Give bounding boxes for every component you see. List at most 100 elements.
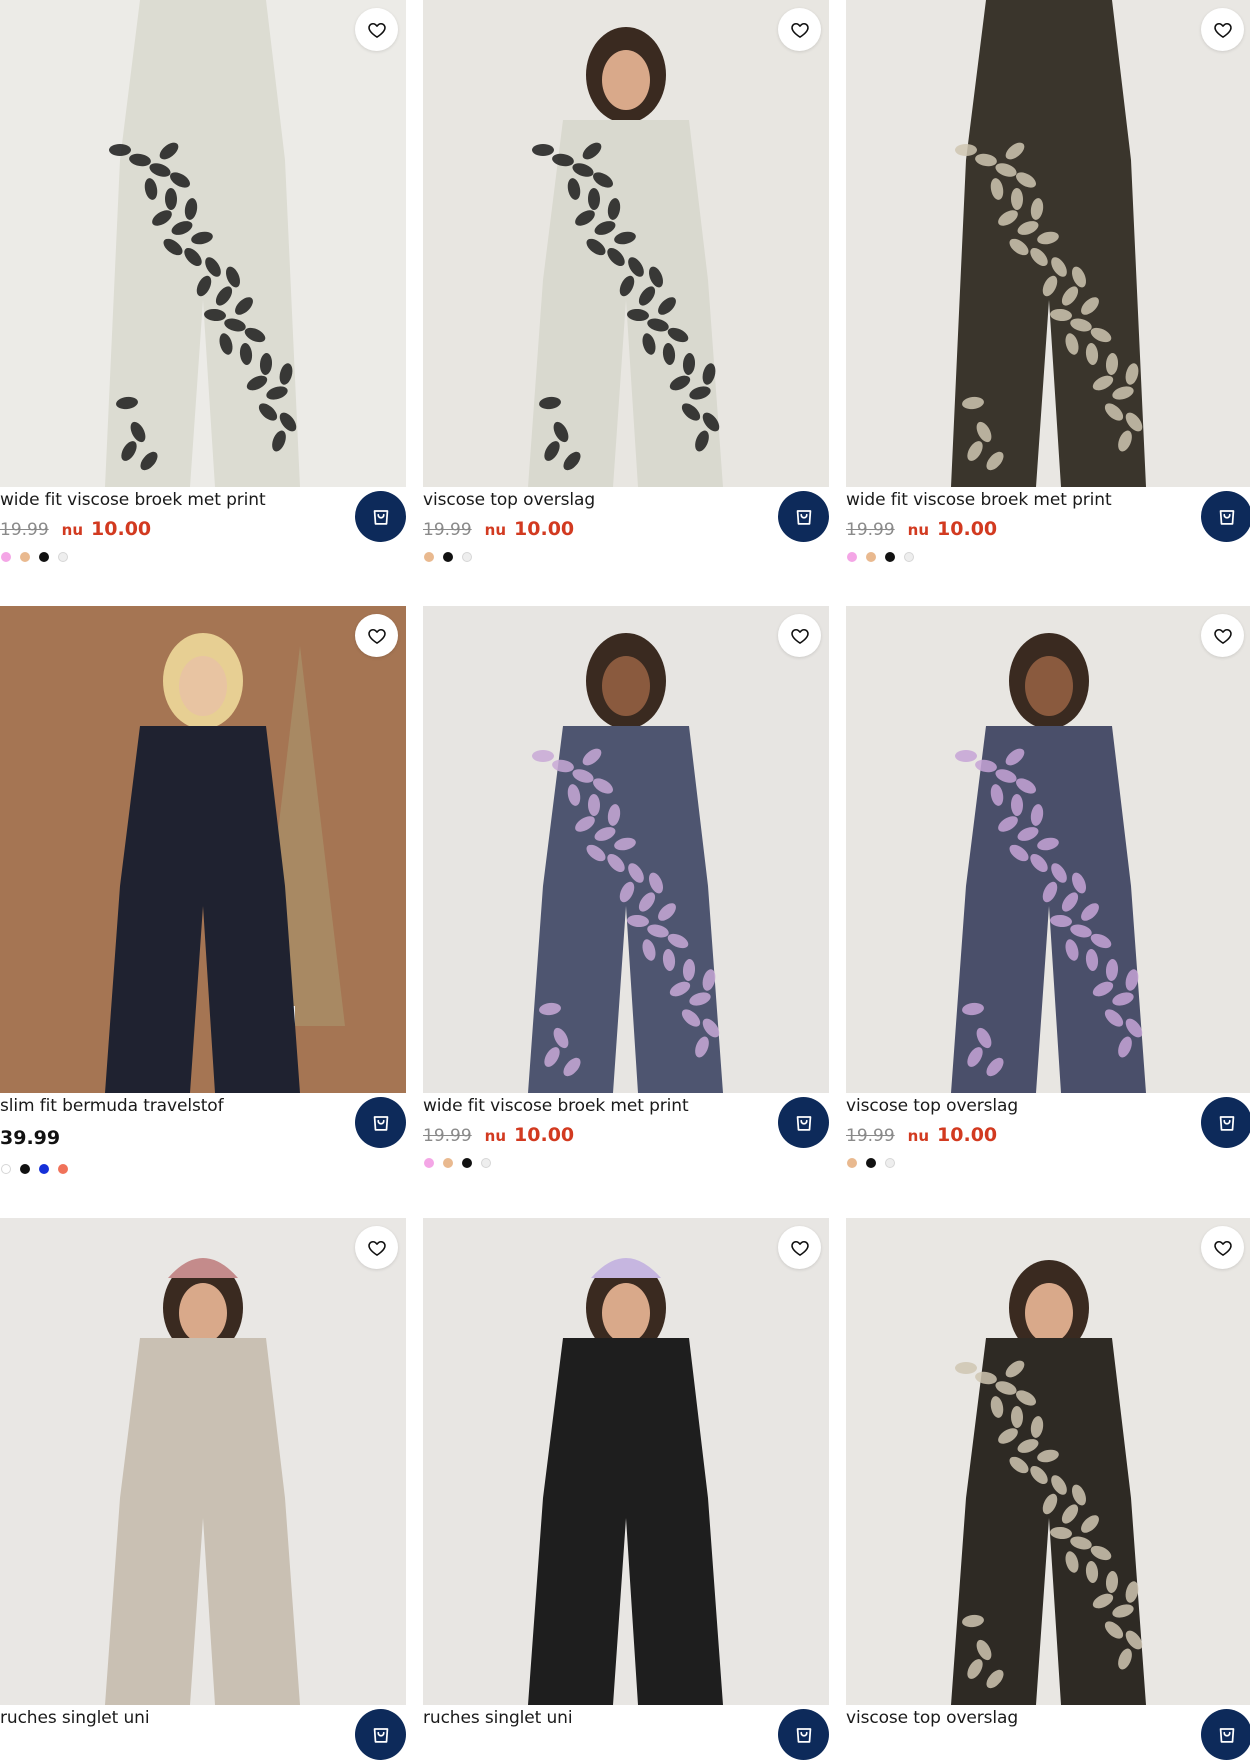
product-image[interactable] — [0, 606, 406, 1093]
color-swatch[interactable] — [39, 1164, 49, 1174]
shopping-bag-icon — [796, 509, 811, 525]
sale-price: 10.00 — [514, 1124, 575, 1146]
shopping-bag-icon — [373, 1727, 388, 1743]
product-image[interactable] — [423, 1218, 829, 1705]
color-swatches — [1, 552, 68, 562]
product-title[interactable]: wide fit viscose broek met print — [423, 1096, 689, 1116]
add-to-cart-button[interactable] — [1201, 491, 1250, 542]
old-price: 19.99 — [423, 1126, 472, 1146]
heart-icon — [1213, 22, 1232, 38]
add-to-cart-button[interactable] — [778, 491, 829, 542]
add-to-cart-button[interactable] — [778, 1097, 829, 1148]
color-swatch[interactable] — [424, 552, 434, 562]
product-image[interactable] — [846, 606, 1250, 1093]
product-title[interactable]: slim fit bermuda travelstof — [0, 1096, 224, 1116]
product-image[interactable] — [423, 0, 829, 487]
heart-icon — [367, 628, 386, 644]
product-title[interactable]: viscose top overslag — [846, 1708, 1018, 1728]
favorite-button[interactable] — [778, 1226, 821, 1269]
color-swatch[interactable] — [866, 552, 876, 562]
product-title[interactable]: wide fit viscose broek met print — [846, 490, 1112, 510]
sale-price: 10.00 — [514, 518, 575, 540]
favorite-button[interactable] — [1201, 614, 1244, 657]
product-image[interactable] — [0, 1218, 406, 1705]
favorite-button[interactable] — [778, 614, 821, 657]
favorite-button[interactable] — [1201, 1226, 1244, 1269]
now-label: nu — [484, 1127, 507, 1145]
product-title[interactable]: ruches singlet uni — [423, 1708, 573, 1728]
color-swatch[interactable] — [462, 552, 472, 562]
color-swatch[interactable] — [58, 552, 68, 562]
old-price: 19.99 — [0, 520, 49, 540]
now-label: nu — [61, 521, 84, 539]
color-swatch[interactable] — [885, 552, 895, 562]
product-title[interactable]: wide fit viscose broek met print — [0, 490, 266, 510]
color-swatch[interactable] — [443, 552, 453, 562]
heart-icon — [367, 1240, 386, 1256]
sale-price: 10.00 — [937, 1124, 998, 1146]
add-to-cart-button[interactable] — [355, 1709, 406, 1760]
add-to-cart-button[interactable] — [355, 1097, 406, 1148]
color-swatch[interactable] — [481, 1158, 491, 1168]
heart-icon — [790, 22, 809, 38]
color-swatch[interactable] — [20, 552, 30, 562]
shopping-bag-icon — [1219, 1115, 1234, 1131]
shopping-bag-icon — [1219, 1727, 1234, 1743]
color-swatches — [847, 1158, 895, 1168]
product-image[interactable] — [846, 0, 1250, 487]
price-block: 19.99 nu 10.00 — [423, 1124, 574, 1148]
heart-icon — [1213, 628, 1232, 644]
product-title[interactable]: viscose top overslag — [423, 490, 595, 510]
shopping-bag-icon — [373, 509, 388, 525]
color-swatch[interactable] — [847, 1158, 857, 1168]
old-price: 19.99 — [423, 520, 472, 540]
add-to-cart-button[interactable] — [1201, 1097, 1250, 1148]
product-title[interactable]: ruches singlet uni — [0, 1708, 150, 1728]
product-image[interactable] — [0, 0, 406, 487]
color-swatches — [1, 1164, 68, 1174]
color-swatch[interactable] — [1, 552, 11, 562]
color-swatches — [424, 1158, 491, 1168]
favorite-button[interactable] — [355, 1226, 398, 1269]
favorite-button[interactable] — [778, 8, 821, 51]
color-swatch[interactable] — [866, 1158, 876, 1168]
color-swatch[interactable] — [39, 552, 49, 562]
shopping-bag-icon — [1219, 509, 1234, 525]
shopping-bag-icon — [373, 1115, 388, 1131]
color-swatch[interactable] — [20, 1164, 30, 1174]
shopping-bag-icon — [796, 1727, 811, 1743]
heart-icon — [790, 1240, 809, 1256]
price-block: 39.99 — [0, 1127, 60, 1151]
heart-icon — [790, 628, 809, 644]
color-swatch[interactable] — [58, 1164, 68, 1174]
color-swatch[interactable] — [885, 1158, 895, 1168]
color-swatches — [424, 552, 472, 562]
color-swatch[interactable] — [424, 1158, 434, 1168]
add-to-cart-button[interactable] — [778, 1709, 829, 1760]
color-swatch[interactable] — [904, 552, 914, 562]
color-swatch[interactable] — [1, 1164, 11, 1174]
product-title[interactable]: viscose top overslag — [846, 1096, 1018, 1116]
product-grid: wide fit viscose broek met print 19.99 n… — [0, 0, 1250, 1760]
now-label: nu — [907, 521, 930, 539]
product-image[interactable] — [423, 606, 829, 1093]
shopping-bag-icon — [796, 1115, 811, 1131]
color-swatch[interactable] — [443, 1158, 453, 1168]
sale-price: 10.00 — [91, 518, 152, 540]
price: 39.99 — [0, 1127, 61, 1149]
price-block: 19.99 nu 10.00 — [846, 518, 997, 542]
add-to-cart-button[interactable] — [355, 491, 406, 542]
price-block: 19.99 nu 10.00 — [423, 518, 574, 542]
favorite-button[interactable] — [355, 614, 398, 657]
old-price: 19.99 — [846, 1126, 895, 1146]
color-swatch[interactable] — [462, 1158, 472, 1168]
price-block: 19.99 nu 10.00 — [0, 518, 151, 542]
price-block: 19.99 nu 10.00 — [846, 1124, 997, 1148]
product-image[interactable] — [846, 1218, 1250, 1705]
color-swatch[interactable] — [847, 552, 857, 562]
old-price: 19.99 — [846, 520, 895, 540]
add-to-cart-button[interactable] — [1201, 1709, 1250, 1760]
favorite-button[interactable] — [1201, 8, 1244, 51]
favorite-button[interactable] — [355, 8, 398, 51]
color-swatches — [847, 552, 914, 562]
